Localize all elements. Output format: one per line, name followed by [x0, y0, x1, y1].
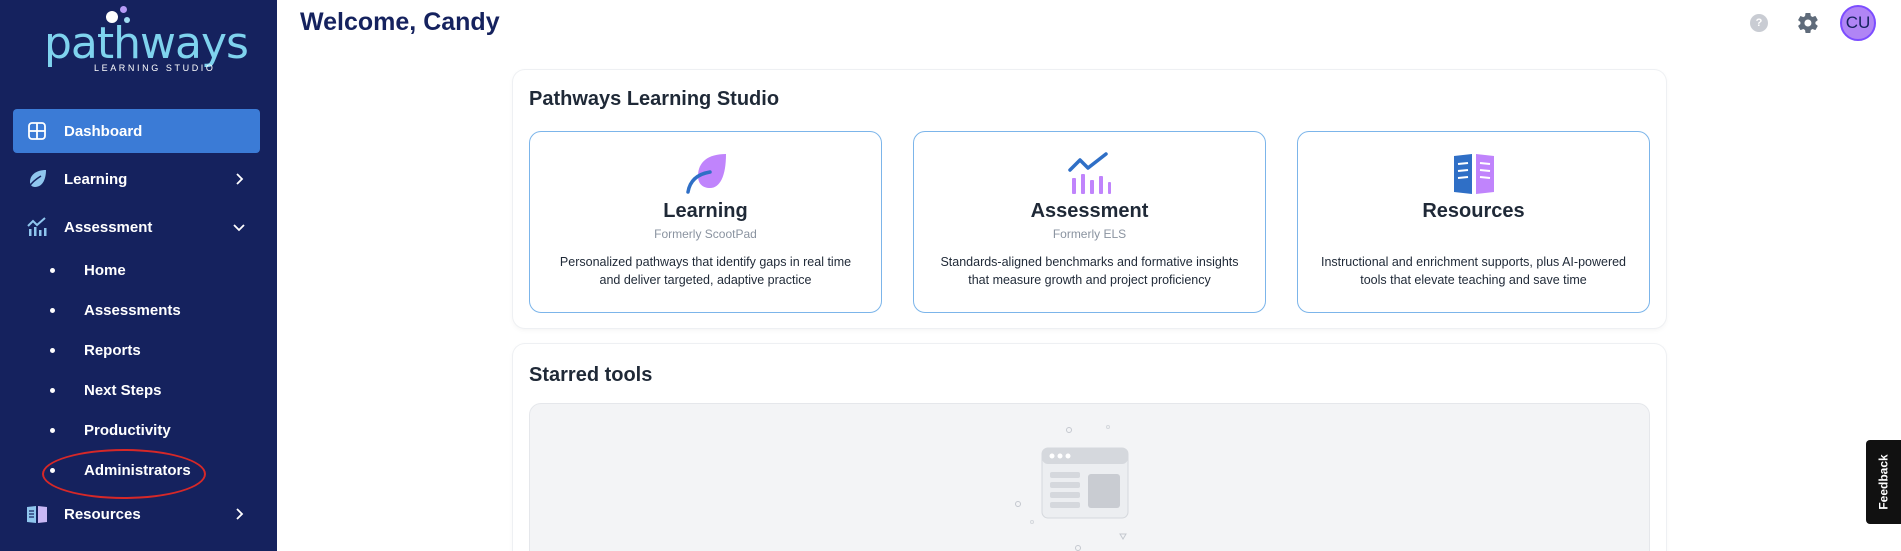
resources-card[interactable]: Resources Instructional and enrichment s…: [1297, 131, 1650, 313]
sidebar-item-label: Assessment: [64, 218, 153, 236]
sidebar-item-assessment[interactable]: Assessment: [13, 205, 260, 249]
sidebar-subitem-home[interactable]: Home: [50, 255, 126, 285]
gear-icon[interactable]: [1796, 11, 1820, 35]
pathways-logo[interactable]: pathways LEARNING STUDIO: [40, 6, 249, 76]
sidebar-subitem-label: Next Steps: [84, 381, 162, 399]
card-description: Personalized pathways that identify gaps…: [559, 255, 852, 287]
sidebar-item-label: Dashboard: [64, 122, 143, 140]
logo-subtitle: LEARNING STUDIO: [94, 63, 216, 73]
sidebar-subitem-assessments[interactable]: Assessments: [50, 295, 181, 325]
card-title: Assessment: [1030, 200, 1149, 222]
book-icon: [26, 503, 48, 525]
bullet: [50, 467, 55, 473]
sidebar-item-label: Resources: [64, 505, 141, 523]
sidebar-item-dashboard[interactable]: Dashboard: [13, 109, 260, 153]
sidebar-subitem-label: Assessments: [84, 301, 181, 319]
avatar[interactable]: CU: [1840, 5, 1876, 41]
sidebar-item-label: Learning: [64, 170, 128, 188]
sidebar-item-resources[interactable]: Resources: [13, 492, 260, 536]
sidebar-subitem-label: Productivity: [84, 421, 171, 439]
chevron-down-icon: [233, 224, 245, 232]
bullet: [50, 307, 55, 313]
chart-icon: [26, 216, 48, 238]
card-title: Learning: [663, 200, 748, 222]
card-title: Resources: [1422, 200, 1525, 222]
sidebar-subitem-label: Reports: [84, 341, 141, 359]
book-icon: [1453, 154, 1494, 194]
bullet: [50, 387, 55, 393]
bullet: [50, 347, 55, 353]
sidebar-subitem-label: Administrators: [84, 461, 191, 479]
empty-window-icon: [1015, 425, 1129, 551]
card-description: Instructional and enrichment supports, p…: [1320, 255, 1627, 287]
dashboard-icon: [26, 120, 48, 142]
feedback-tab[interactable]: Feedback: [1866, 440, 1901, 524]
chevron-right-icon: [236, 508, 244, 520]
learning-card[interactable]: Learning Formerly ScootPad Personalized …: [529, 131, 882, 313]
help-icon[interactable]: ?: [1750, 14, 1768, 32]
starred-title: Starred tools: [529, 364, 653, 386]
chart-icon: [1067, 152, 1111, 194]
card-description: Standards-aligned benchmarks and formati…: [940, 255, 1239, 287]
bullet: [50, 267, 55, 273]
assessment-card[interactable]: Assessment Formerly ELS Standards-aligne…: [913, 131, 1266, 313]
studio-title: Pathways Learning Studio: [529, 88, 780, 110]
sidebar-subitem-administrators[interactable]: Administrators: [50, 455, 191, 485]
logo-dot: [120, 6, 127, 13]
feedback-label: Feedback: [1876, 454, 1891, 510]
leaf-icon: [26, 168, 48, 190]
card-subtitle: Formerly ELS: [1052, 227, 1127, 241]
sidebar-item-learning[interactable]: Learning: [13, 157, 260, 201]
logo-wordmark: pathways: [44, 18, 249, 69]
sidebar: pathways LEARNING STUDIO Dashboard Learn…: [0, 0, 277, 551]
card-subtitle: Formerly ScootPad: [654, 227, 757, 241]
starred-panel: Starred tools: [513, 344, 1666, 551]
sidebar-subitem-label: Home: [84, 261, 126, 279]
sidebar-subitem-next-steps[interactable]: Next Steps: [50, 375, 162, 405]
chevron-right-icon: [236, 173, 244, 185]
page-title: Welcome, Candy: [300, 8, 500, 36]
starred-empty-state: [529, 403, 1650, 551]
sidebar-subitem-reports[interactable]: Reports: [50, 335, 141, 365]
leaf-icon: [685, 154, 726, 194]
bullet: [50, 427, 55, 433]
studio-panel: Pathways Learning Studio Learning Former…: [513, 70, 1666, 328]
sidebar-subitem-productivity[interactable]: Productivity: [50, 415, 171, 445]
